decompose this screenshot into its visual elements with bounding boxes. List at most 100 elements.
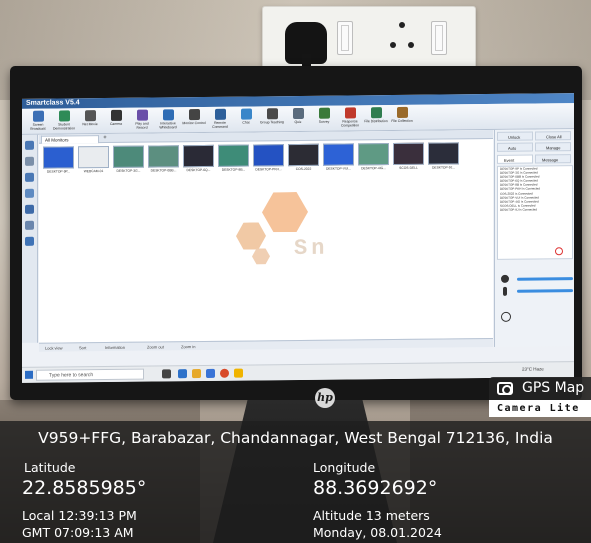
settings-icon[interactable] bbox=[25, 188, 34, 198]
ribbon-button-label: File Distribution bbox=[364, 119, 388, 124]
monitor-thumbnail[interactable] bbox=[358, 143, 389, 166]
unlock-button[interactable]: Unlock bbox=[497, 131, 533, 141]
ribbon-button[interactable]: Interactive Whiteboard bbox=[156, 109, 180, 131]
lock-view-button[interactable]: Lock view bbox=[45, 343, 63, 352]
information-button[interactable]: Information bbox=[105, 343, 125, 352]
ribbon-button[interactable]: Net Movie bbox=[78, 110, 102, 132]
gmt-time: GMT 07:09:13 AM bbox=[22, 525, 134, 540]
ribbon-button[interactable]: Monitor Control bbox=[182, 109, 206, 131]
taskbar-search-input[interactable]: Type here to search bbox=[36, 368, 144, 381]
ribbon-button-label: Quiz bbox=[294, 119, 302, 125]
monitor-thumbnail[interactable] bbox=[148, 145, 179, 168]
monitor-thumbnail[interactable] bbox=[43, 146, 74, 169]
ribbon-tool-icon bbox=[188, 109, 200, 121]
ribbon-button-label: Monitor Control bbox=[182, 120, 206, 126]
monitor-thumbnail-label: DESKTOP-3G... bbox=[116, 168, 141, 173]
monitor-thumbnail[interactable] bbox=[323, 143, 354, 166]
gps-app-subtitle: Camera Lite bbox=[489, 400, 591, 417]
monitor-thumbnail[interactable] bbox=[428, 142, 459, 165]
ribbon-tool-icon bbox=[110, 109, 122, 121]
monitor-thumbnail[interactable] bbox=[288, 143, 319, 167]
local-time: Local 12:39:13 PM bbox=[22, 508, 137, 523]
monitor-thumbnail-label: DESKTOP-PKH... bbox=[255, 167, 282, 172]
ribbon-tool-icon bbox=[240, 108, 252, 120]
monitor-thumbnail-label: DESKTOP-4IG... bbox=[361, 166, 386, 171]
tab-event[interactable]: Event bbox=[497, 154, 533, 164]
auto-connect-button[interactable]: Auto Connect bbox=[497, 142, 533, 160]
ribbon-button[interactable]: File Collection bbox=[390, 106, 414, 129]
latitude-label: Latitude bbox=[24, 460, 76, 475]
ribbon-tool-icon bbox=[136, 109, 148, 121]
list-view-icon[interactable] bbox=[25, 156, 34, 166]
ribbon-button-label: Group Teaching bbox=[260, 120, 284, 125]
speaker-icon[interactable] bbox=[501, 274, 509, 283]
mic-slider[interactable] bbox=[517, 289, 573, 293]
microphone-icon[interactable] bbox=[503, 286, 507, 296]
ribbon-button[interactable]: Group Teaching bbox=[260, 108, 284, 130]
monitor-thumbnail[interactable] bbox=[253, 144, 284, 167]
monitor-grid: All Monitors + DESKTOP-9P... WEBCAM-01 DES… bbox=[39, 129, 493, 343]
ribbon-button[interactable]: Screen Broadcast bbox=[26, 110, 50, 133]
close-all-button[interactable]: Close All bbox=[535, 131, 571, 141]
tools-icon[interactable] bbox=[25, 236, 34, 246]
task-view-icon[interactable] bbox=[162, 369, 171, 379]
ribbon-button[interactable]: Remote Command bbox=[208, 108, 232, 131]
address: V959+FFG, Barabazar, Chandannagar, West … bbox=[38, 429, 553, 447]
add-tab-icon[interactable]: + bbox=[101, 135, 109, 143]
ribbon-button[interactable]: Camera bbox=[104, 109, 128, 132]
sort-button[interactable]: Sort bbox=[79, 343, 86, 352]
manage-button[interactable]: Manage bbox=[535, 142, 571, 152]
ribbon-tool-icon bbox=[58, 110, 70, 122]
ribbon-tool-icon bbox=[370, 107, 382, 119]
monitor-thumbnail[interactable] bbox=[78, 145, 109, 169]
group-icon[interactable] bbox=[25, 172, 34, 182]
zoom-in-button[interactable]: Zoom in bbox=[181, 342, 195, 351]
users-icon[interactable] bbox=[25, 204, 34, 214]
edge-icon[interactable] bbox=[178, 369, 187, 379]
longitude-value: 88.3692692° bbox=[313, 477, 438, 499]
ribbon-button[interactable]: Chat bbox=[234, 108, 258, 130]
app-icon[interactable] bbox=[234, 368, 243, 378]
ribbon-button[interactable]: File Distribution bbox=[364, 107, 388, 129]
wall-switch bbox=[431, 21, 447, 55]
ribbon-button[interactable]: Student Demonstration bbox=[52, 110, 76, 132]
ribbon-tool-icon bbox=[396, 106, 408, 118]
monitor-thumbnail-label: SCOS-DELL bbox=[399, 165, 418, 170]
store-icon[interactable] bbox=[206, 368, 215, 378]
chrome-icon[interactable] bbox=[220, 368, 229, 378]
log-line: DESKTOP-9J Is Connected bbox=[500, 207, 537, 212]
volume-slider[interactable] bbox=[517, 277, 573, 281]
event-log: DESKTOP-9P Is Connected DESKTOP-3G Is Con… bbox=[497, 165, 573, 260]
ribbon-button-label: Response Competition bbox=[340, 119, 360, 128]
ribbon-button-label: File Collection bbox=[391, 118, 413, 124]
ribbon-button[interactable]: Play and Record bbox=[130, 109, 154, 132]
ribbon-button[interactable]: Quiz bbox=[286, 107, 310, 130]
monitor-screen: Smartclass V5.4 Screen Broadcast Student … bbox=[22, 93, 574, 383]
ribbon-button[interactable]: Survey bbox=[312, 107, 336, 130]
monitor-thumbnail[interactable] bbox=[218, 144, 249, 167]
block-icon[interactable] bbox=[555, 247, 563, 256]
left-toolbar bbox=[22, 134, 38, 343]
tab-message[interactable]: Message bbox=[535, 154, 571, 164]
hp-logo-icon: hp bbox=[315, 388, 335, 408]
ribbon-button-label: Play and Record bbox=[135, 121, 149, 130]
altitude: Altitude 13 meters bbox=[313, 508, 430, 523]
ribbon-button-label: Screen Broadcast bbox=[30, 122, 46, 131]
monitor-thumbnail-label: COS-2022 bbox=[295, 166, 312, 172]
monitor-thumbnail[interactable] bbox=[113, 145, 144, 168]
explorer-icon[interactable] bbox=[192, 369, 201, 379]
ribbon-tool-icon bbox=[214, 108, 226, 120]
monitor-thumbnail[interactable] bbox=[393, 142, 424, 166]
monitor-thumbnail[interactable] bbox=[183, 144, 214, 168]
monitor-thumbnail-label: DESKTOP-VUI... bbox=[325, 166, 352, 171]
zoom-out-button[interactable]: Zoom out bbox=[147, 342, 164, 351]
tab-all-monitors[interactable]: All Monitors bbox=[41, 135, 99, 144]
grid-view-icon[interactable] bbox=[25, 140, 34, 150]
layout-icon[interactable] bbox=[25, 220, 34, 230]
wall-switch bbox=[337, 21, 353, 55]
tray-weather: 23°C Haze bbox=[522, 366, 544, 372]
windows-start-icon[interactable] bbox=[25, 370, 33, 379]
gps-app-title: GPS Map bbox=[522, 380, 585, 396]
ribbon-button[interactable]: Response Competition bbox=[338, 107, 362, 129]
ribbon-button-label: Student Demonstration bbox=[52, 122, 76, 131]
